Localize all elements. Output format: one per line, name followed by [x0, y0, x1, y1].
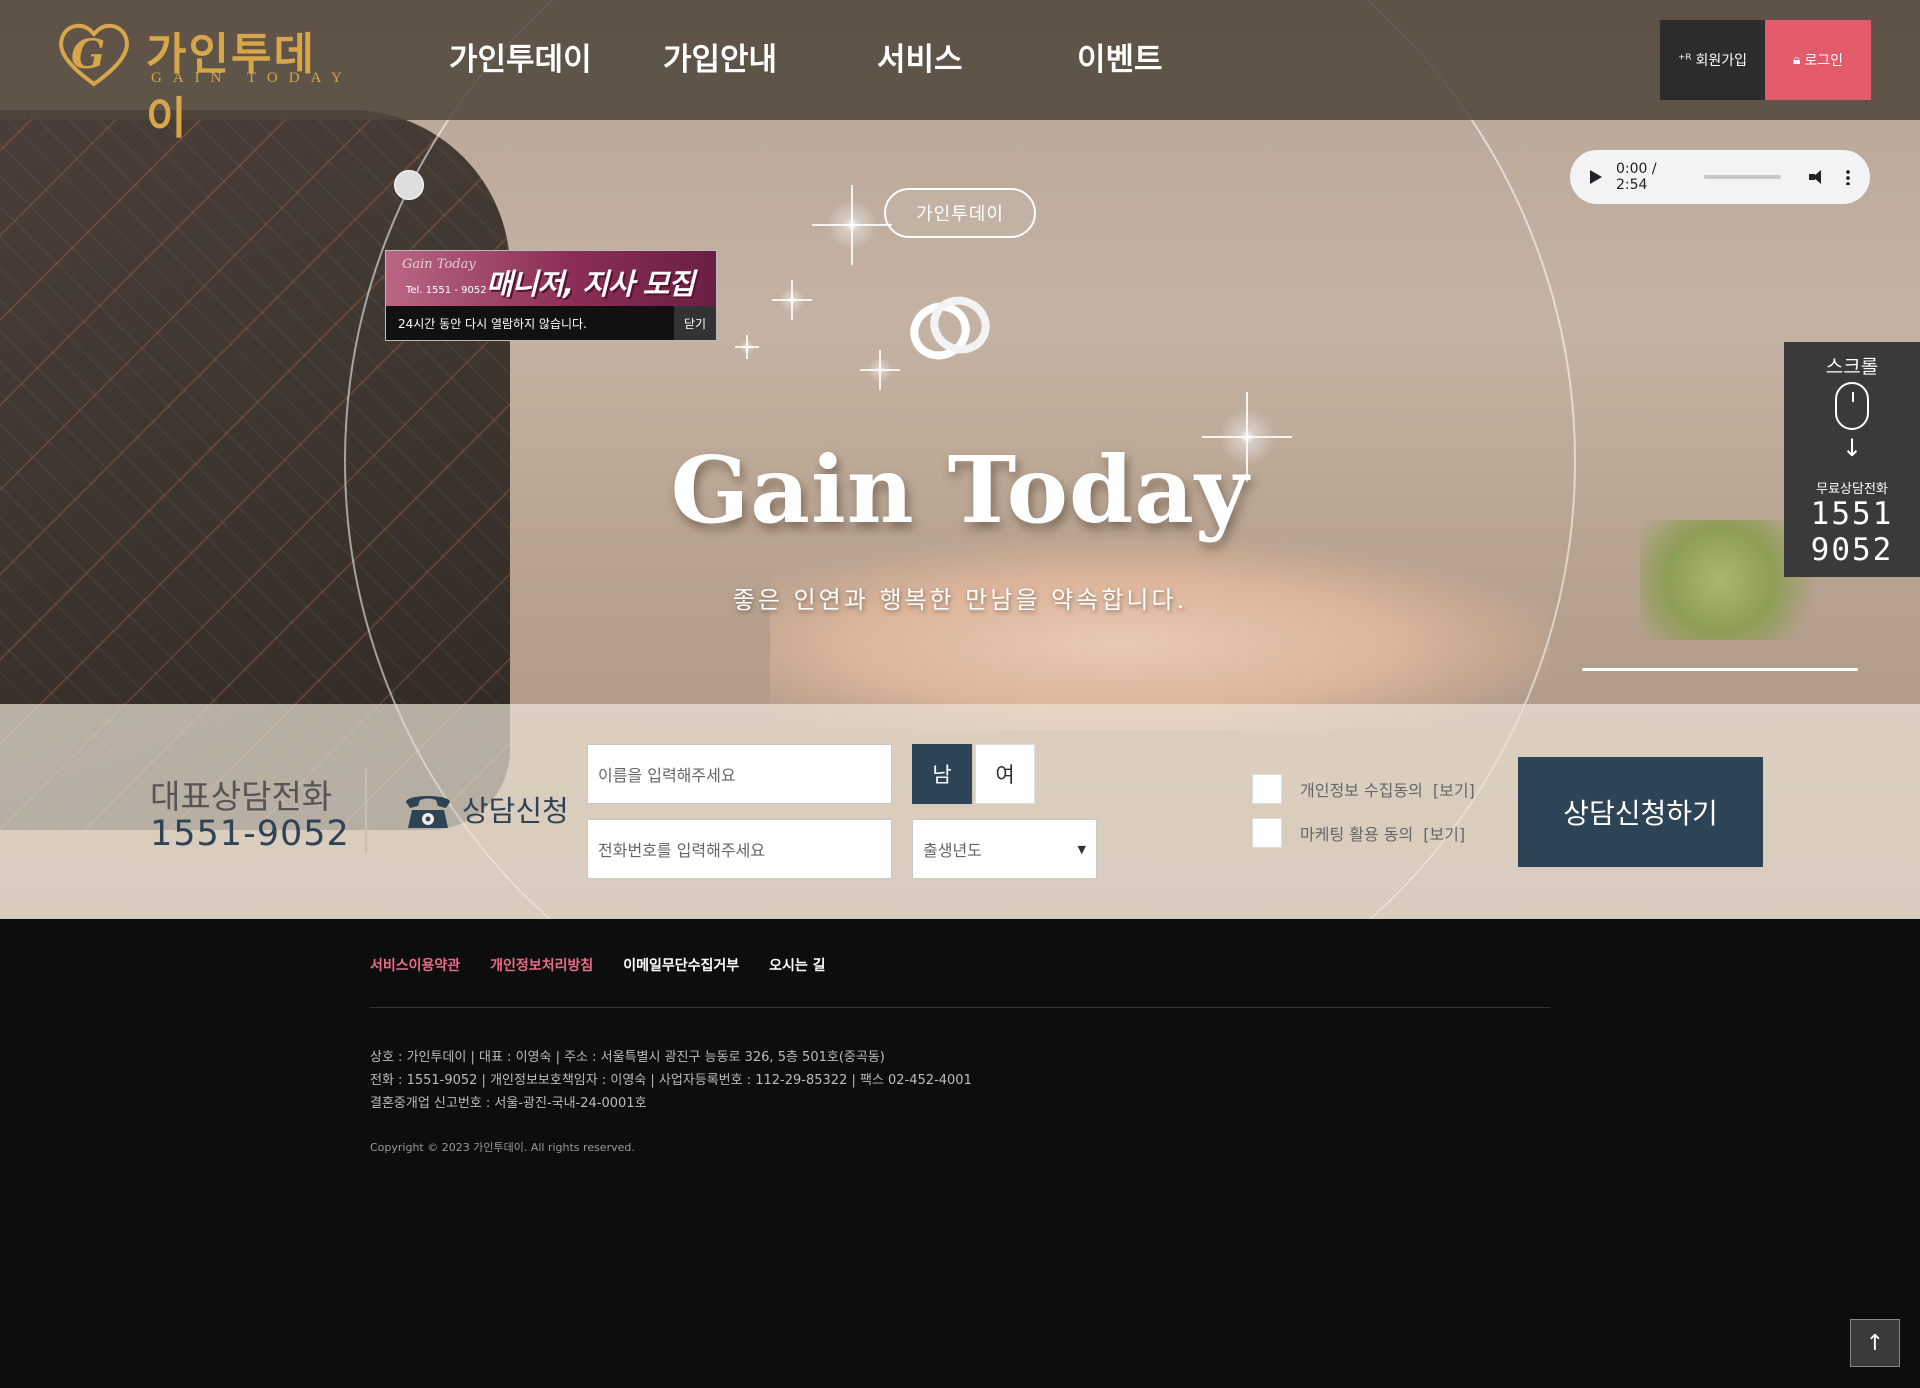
consult-apply-label: 상담신청 — [462, 794, 569, 828]
arrow-down-icon: ↓ — [1841, 434, 1863, 462]
play-icon[interactable] — [1590, 170, 1602, 184]
sparkle-icon — [772, 280, 812, 320]
login-button[interactable]: 🔒︎ 로그인 — [1765, 20, 1871, 100]
audio-time: 0:00 / 2:54 — [1616, 161, 1657, 193]
nav-item-join-guide[interactable]: 가입안내 — [663, 34, 777, 79]
chevron-down-icon: ▼ — [1077, 842, 1086, 856]
consult-title: 대표상담전화 — [150, 777, 333, 816]
popup-hide-24h[interactable]: 24시간 동안 다시 열람하지 않습니다. — [398, 315, 587, 332]
scroll-to-top-button[interactable]: ↑ — [1850, 1319, 1900, 1367]
free-call-number-part1: 1551 — [1810, 496, 1894, 532]
marketing-view-link[interactable]: [보기] — [1423, 821, 1465, 845]
signup-button[interactable]: ⁺ᴿ 회원가입 — [1660, 20, 1765, 100]
hero-title: Gain Today — [670, 436, 1250, 544]
consultation-form: 대표상담전화 1551-9052 상담신청 이름을 입력해주세요 전화번호를 입… — [0, 704, 1920, 919]
lock-icon: 🔒︎ — [1792, 52, 1801, 68]
free-call-number-part2: 9052 — [1810, 532, 1894, 568]
consult-phone: 1551-9052 — [150, 814, 350, 854]
free-call-label: 무료상담전화 — [1816, 482, 1888, 497]
volume-icon[interactable] — [1808, 170, 1826, 184]
gender-female-button[interactable]: 여 — [975, 744, 1035, 804]
hero-subtitle: 좋은 인연과 행복한 만남을 약속합니다. — [732, 586, 1188, 614]
marketing-agree-label: 마케팅 활용 동의 — [1300, 825, 1414, 844]
name-input[interactable]: 이름을 입력해주세요 — [587, 744, 892, 804]
logo-english-text: GAIN TODAY — [151, 70, 353, 86]
footer-contact-info: 전화 : 1551-9052 | 개인정보보호책임자 : 이영숙 | 사업자등록… — [370, 1073, 972, 1088]
decorative-orb — [394, 170, 424, 200]
arrow-up-icon: ↑ — [1865, 1330, 1885, 1356]
popup-banner[interactable]: Gain Today Tel. 1551 - 9052 매니저, 지사 모집 — [386, 251, 716, 306]
nav-item-services[interactable]: 서비스 — [877, 34, 963, 79]
footer-link-privacy[interactable]: 개인정보처리방침 — [490, 955, 593, 975]
popup-footer: 24시간 동안 다시 열람하지 않습니다. 닫기 — [386, 306, 716, 340]
footer-links: 서비스이용약관 개인정보처리방침 이메일무단수집거부 오시는 길 — [370, 955, 826, 975]
side-quick-widget: 스크롤 ↓ 무료상담전화 1551 9052 — [1784, 342, 1920, 577]
user-plus-icon: ⁺ᴿ — [1677, 52, 1692, 68]
footer-link-email-refusal[interactable]: 이메일무단수집거부 — [623, 955, 739, 975]
login-label: 로그인 — [1804, 53, 1844, 69]
footer-link-directions[interactable]: 오시는 길 — [769, 955, 825, 975]
popup-script-text: Gain Today — [402, 257, 476, 272]
divider — [365, 769, 367, 854]
sparkle-icon — [860, 350, 900, 390]
privacy-agree-checkbox[interactable] — [1252, 774, 1282, 804]
marketing-agree-checkbox[interactable] — [1252, 818, 1282, 848]
recruit-popup: Gain Today Tel. 1551 - 9052 매니저, 지사 모집 2… — [385, 250, 717, 341]
sparkle-icon — [735, 335, 759, 359]
birth-year-value: 출생년도 — [923, 841, 982, 860]
heart-logo-icon: G — [59, 23, 129, 87]
site-footer: 서비스이용약관 개인정보처리방침 이메일무단수집거부 오시는 길 상호 : 가인… — [0, 919, 1920, 1388]
popup-tel: Tel. 1551 - 9052 — [406, 285, 487, 296]
footer-link-terms[interactable]: 서비스이용약관 — [370, 955, 460, 975]
popup-close-button[interactable]: 닫기 — [674, 306, 716, 340]
signup-label: 회원가입 — [1695, 53, 1748, 69]
phone-input[interactable]: 전화번호를 입력해주세요 — [587, 819, 892, 879]
hero-badge: 가인투데이 — [884, 188, 1036, 238]
gender-male-button[interactable]: 남 — [912, 744, 972, 804]
nav-item-gaintoday[interactable]: 가인투데이 — [449, 34, 592, 79]
site-header: G 가인투데이 GAIN TODAY 가인투데이 가입안내 서비스 이벤트 ⁺ᴿ… — [0, 0, 1920, 144]
marketing-agree-row: 마케팅 활용 동의 [보기] — [1252, 818, 1465, 848]
audio-progress-bar[interactable] — [1703, 175, 1781, 179]
site-logo[interactable]: G 가인투데이 GAIN TODAY — [56, 14, 356, 144]
audio-player: 0:00 / 2:54 — [1570, 150, 1870, 204]
privacy-agree-label: 개인정보 수집동의 — [1300, 781, 1423, 800]
wedding-rings-icon — [910, 296, 990, 360]
footer-divider — [370, 1007, 1550, 1008]
footer-company-info: 상호 : 가인투데이 | 대표 : 이영숙 | 주소 : 서울특별시 광진구 능… — [370, 1050, 885, 1065]
decorative-line — [1582, 668, 1858, 671]
scroll-label: 스크롤 — [1825, 356, 1879, 378]
more-options-icon[interactable] — [1846, 169, 1851, 185]
footer-copyright: Copyright © 2023 가인투데이. All rights reser… — [370, 1141, 635, 1154]
privacy-agree-row: 개인정보 수집동의 [보기] — [1252, 774, 1475, 804]
birth-year-select[interactable]: 출생년도 ▼ — [912, 819, 1097, 879]
nav-item-events[interactable]: 이벤트 — [1077, 34, 1163, 79]
free-call-number[interactable]: 1551 9052 — [1784, 496, 1920, 568]
svg-text:G: G — [71, 31, 105, 78]
sparkle-icon — [812, 185, 892, 265]
mouse-icon — [1835, 382, 1869, 430]
privacy-view-link[interactable]: [보기] — [1433, 777, 1475, 801]
consult-submit-button[interactable]: 상담신청하기 — [1518, 757, 1763, 867]
popup-title: 매니저, 지사 모집 — [486, 267, 695, 301]
footer-registration-info: 결혼중개업 신고번호 : 서울-광진-국내-24-0001호 — [370, 1096, 647, 1111]
telephone-icon — [406, 796, 450, 828]
